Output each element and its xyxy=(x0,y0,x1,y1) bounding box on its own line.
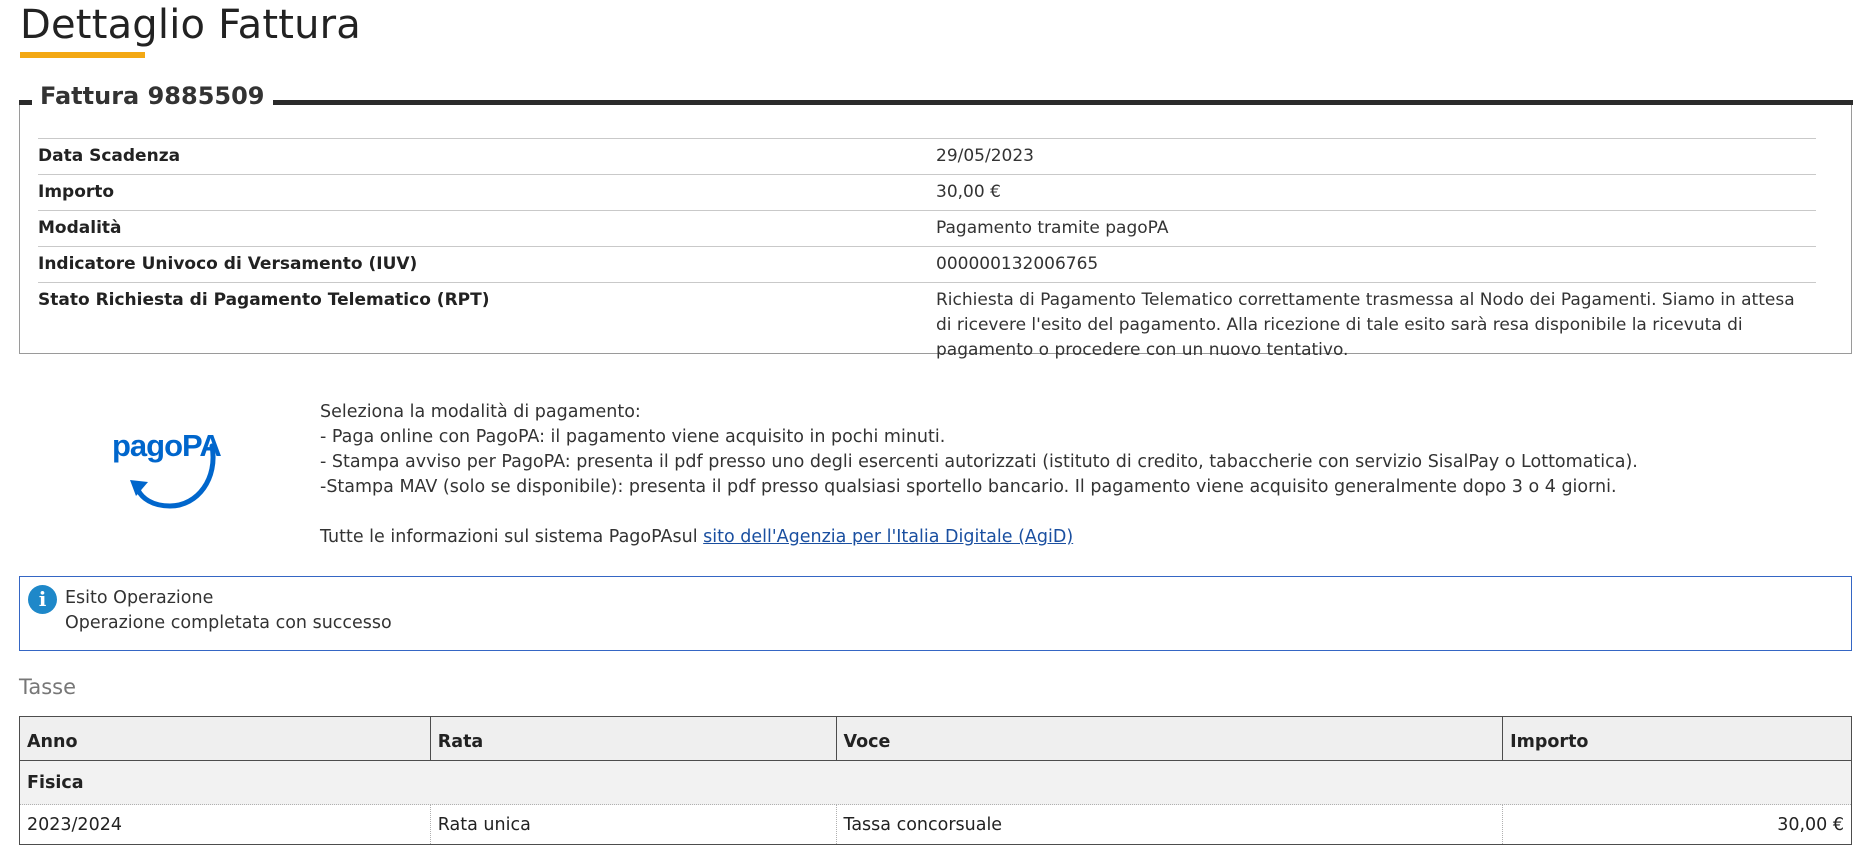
payment-intro: Seleziona la modalità di pagamento: xyxy=(320,402,641,422)
payment-option: - Paga online con PagoPA: il pagamento v… xyxy=(320,427,946,447)
alert-title: Esito Operazione xyxy=(65,588,214,608)
pagopa-logo-graphic: pagoPA xyxy=(112,428,222,509)
payment-option: -Stampa MAV (solo se disponibile): prese… xyxy=(320,477,1617,497)
detail-label: Importo xyxy=(38,174,936,211)
table-row: 2023/2024 Rata unica Tassa concorsuale 3… xyxy=(19,804,1852,845)
operation-result-alert: i Esito Operazione Operazione completata… xyxy=(19,576,1852,651)
pagopa-info-text: Tutte le informazioni sul sistema PagoPA… xyxy=(320,527,704,547)
fattura-legend: Fattura 9885509 xyxy=(32,82,273,110)
detail-value: Pagamento tramite pagoPA xyxy=(936,210,1816,247)
page-title: Dettaglio Fattura xyxy=(20,2,362,48)
pagopa-logo-text: pagoPA xyxy=(112,428,221,463)
detail-label: Modalità xyxy=(38,210,936,247)
table-header-row: Anno Rata Voce Importo xyxy=(19,716,1852,761)
column-header-importo: Importo xyxy=(1502,716,1852,761)
detail-label: Indicatore Univoco di Versamento (IUV) xyxy=(38,246,936,283)
detail-value: 000000132006765 xyxy=(936,246,1816,283)
pagopa-info-line: Tutte le informazioni sul sistema PagoPA… xyxy=(320,525,1638,550)
fattura-top-border xyxy=(19,100,1853,105)
pagopa-logo: pagoPA xyxy=(108,418,233,513)
detail-value: Richiesta di Pagamento Telematico corret… xyxy=(936,282,1816,368)
cell-importo: 30,00 € xyxy=(1502,804,1852,845)
cell-anno: 2023/2024 xyxy=(19,804,431,845)
cell-rata: Rata unica xyxy=(430,804,837,845)
table-group-row: Fisica xyxy=(19,760,1852,805)
fattura-detail-table: Data Scadenza 29/05/2023 Importo 30,00 €… xyxy=(38,138,1816,368)
tasse-table: Anno Rata Voce Importo Fisica 2023/2024 … xyxy=(19,716,1852,845)
payment-option: - Stampa avviso per PagoPA: presenta il … xyxy=(320,452,1638,472)
tasse-title: Tasse xyxy=(19,675,77,699)
detail-value: 30,00 € xyxy=(936,174,1816,211)
column-header-rata: Rata xyxy=(429,716,837,761)
detail-row: Modalità Pagamento tramite pagoPA xyxy=(38,210,1816,247)
detail-row: Data Scadenza 29/05/2023 xyxy=(38,138,1816,175)
detail-row: Importo 30,00 € xyxy=(38,174,1816,211)
agid-link[interactable]: sito dell'Agenzia per l'Italia Digitale … xyxy=(703,527,1073,547)
payment-instructions: Seleziona la modalità di pagamento: - Pa… xyxy=(320,400,1638,550)
title-underline xyxy=(20,52,145,58)
column-header-anno: Anno xyxy=(19,716,431,761)
detail-row: Stato Richiesta di Pagamento Telematico … xyxy=(38,282,1816,368)
info-icon: i xyxy=(28,585,57,614)
detail-value: 29/05/2023 xyxy=(936,138,1816,175)
detail-row: Indicatore Univoco di Versamento (IUV) 0… xyxy=(38,246,1816,283)
cell-voce: Tassa concorsuale xyxy=(836,804,1504,845)
column-header-voce: Voce xyxy=(835,716,1504,761)
detail-label: Data Scadenza xyxy=(38,138,936,175)
alert-message: Operazione completata con successo xyxy=(65,613,392,633)
detail-label: Stato Richiesta di Pagamento Telematico … xyxy=(38,282,936,368)
group-label: Fisica xyxy=(19,760,1852,805)
